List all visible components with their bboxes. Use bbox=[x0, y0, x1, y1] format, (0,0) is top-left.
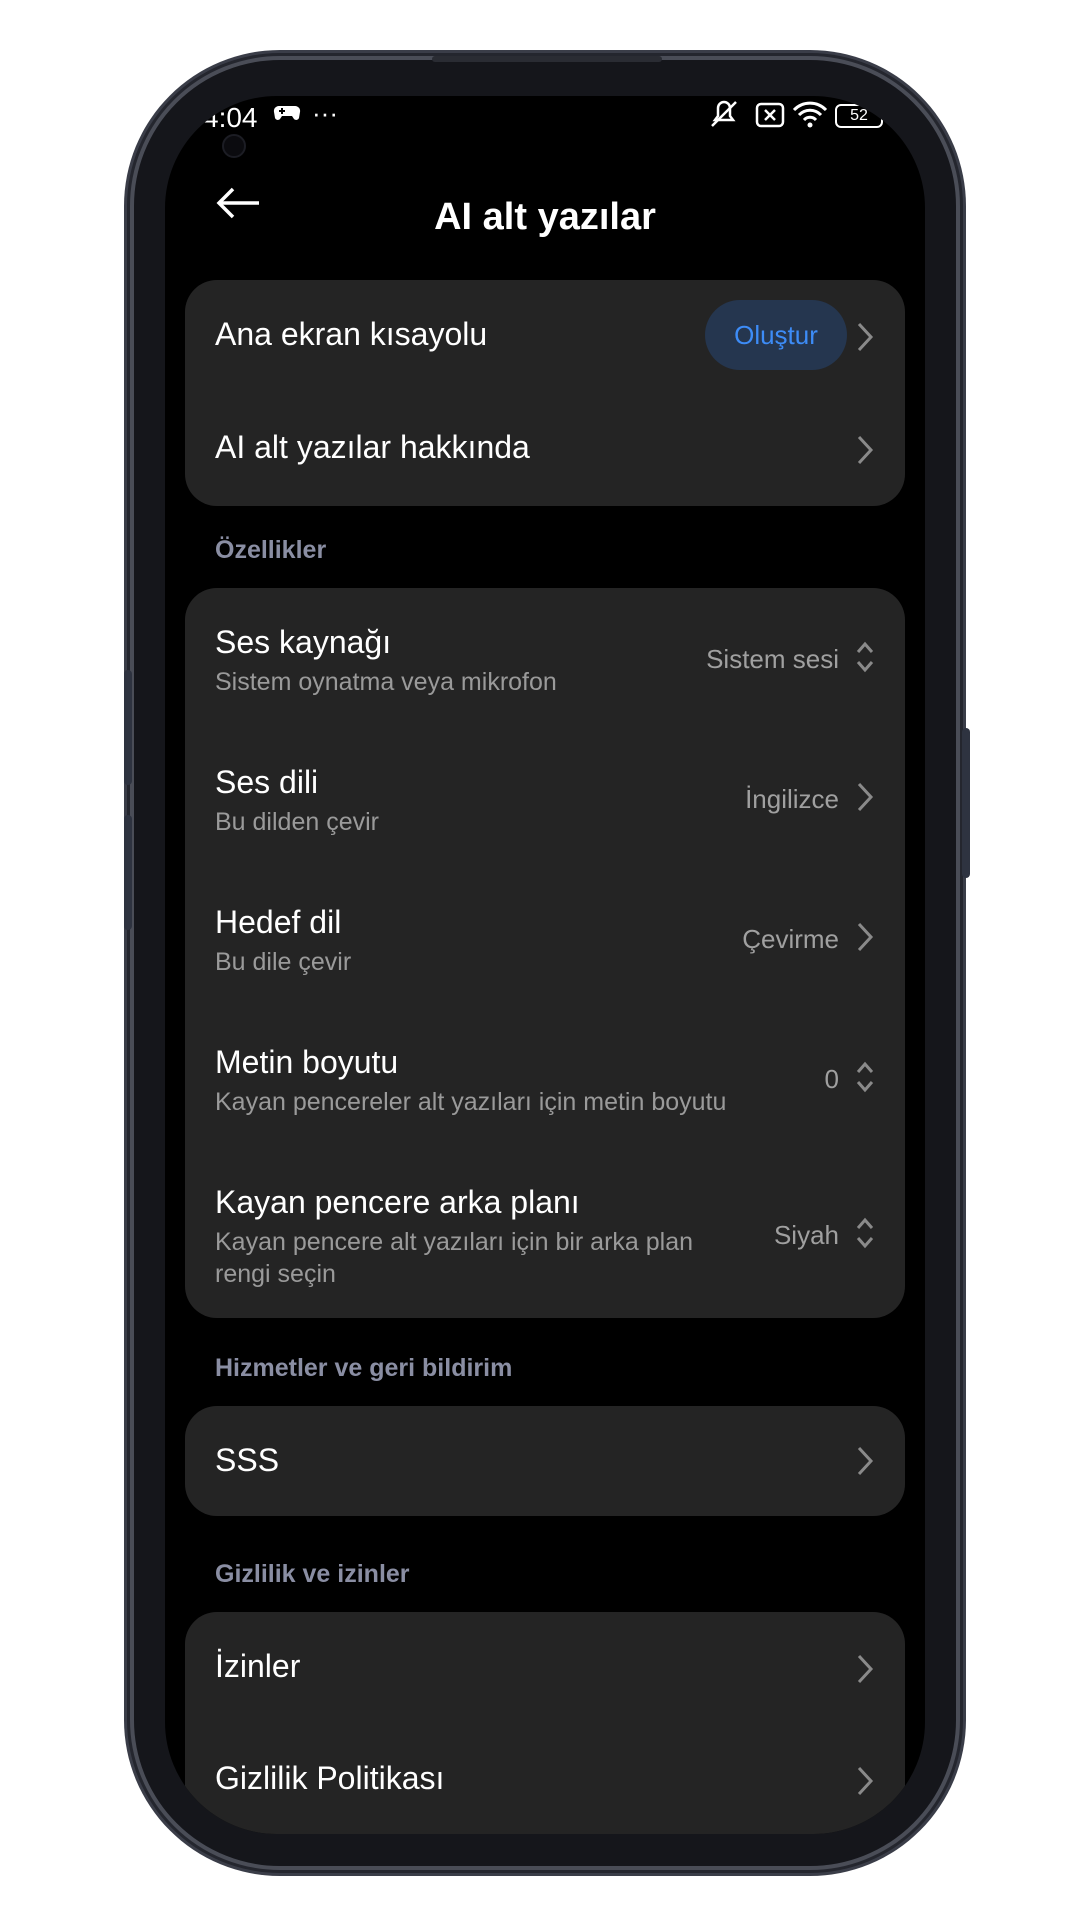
row-value: Çevirme bbox=[742, 924, 839, 954]
shortcut-card: Ana ekran kısayolu Oluştur AI alt yazıla… bbox=[185, 280, 905, 506]
row-value: Sistem sesi bbox=[706, 644, 839, 674]
floating-window-background-row[interactable]: Kayan pencere arka planı Kayan pencere a… bbox=[185, 1148, 905, 1318]
audio-language-row[interactable]: Ses dili Bu dilden çevir İngilizce bbox=[185, 728, 905, 868]
row-title: Hedef dil bbox=[215, 904, 342, 940]
mute-icon bbox=[708, 100, 740, 137]
create-shortcut-button[interactable]: Oluştur bbox=[705, 300, 847, 370]
target-language-row[interactable]: Hedef dil Bu dile çevir Çevirme bbox=[185, 868, 905, 1008]
row-title: Ana ekran kısayolu bbox=[215, 316, 488, 352]
page-title: AI alt yazılar bbox=[434, 196, 656, 238]
battery-icon: 52 bbox=[835, 104, 883, 128]
row-subtitle: Kayan pencereler alt yazıları için metin… bbox=[215, 1088, 727, 1116]
privacy-policy-row[interactable]: Gizlilik Politikası bbox=[185, 1724, 905, 1834]
up-down-icon bbox=[856, 1061, 874, 1093]
row-subtitle: Bu dilden çevir bbox=[215, 808, 379, 836]
gamepad-icon bbox=[273, 102, 301, 131]
no-sim-icon bbox=[755, 102, 785, 135]
row-title: Kayan pencere arka planı bbox=[215, 1184, 580, 1220]
up-down-icon bbox=[856, 641, 874, 673]
row-subtitle: Kayan pencere alt yazıları için bir arka… bbox=[215, 1228, 694, 1256]
faq-row[interactable]: SSS bbox=[185, 1406, 905, 1516]
status-time: 4:04 bbox=[203, 102, 258, 133]
chevron-right-icon bbox=[857, 1766, 874, 1796]
section-label-privacy: Gizlilik ve izinler bbox=[215, 1560, 410, 1588]
app-header: AI alt yazılar bbox=[165, 166, 925, 266]
features-card: Ses kaynağı Sistem oynatma veya mikrofon… bbox=[185, 588, 905, 1318]
up-down-icon bbox=[856, 1217, 874, 1249]
row-title: Ses dili bbox=[215, 764, 319, 800]
row-subtitle: Bu dile çevir bbox=[215, 948, 352, 976]
volume-down-button bbox=[124, 815, 132, 930]
volume-up-button bbox=[124, 670, 132, 785]
row-value: İngilizce bbox=[745, 784, 839, 814]
more-icon: ··· bbox=[312, 98, 338, 128]
chevron-right-icon bbox=[857, 435, 874, 465]
home-shortcut-row[interactable]: Ana ekran kısayolu Oluştur bbox=[185, 280, 905, 393]
about-row[interactable]: AI alt yazılar hakkında bbox=[185, 393, 905, 506]
front-camera bbox=[222, 134, 246, 158]
row-title: SSS bbox=[215, 1442, 280, 1478]
row-title: AI alt yazılar hakkında bbox=[215, 429, 530, 465]
power-button bbox=[962, 728, 970, 878]
row-title: Metin boyutu bbox=[215, 1044, 399, 1080]
wifi-icon bbox=[792, 100, 828, 137]
row-value: 0 bbox=[824, 1064, 839, 1094]
row-title: Ses kaynağı bbox=[215, 624, 392, 660]
row-subtitle: rengi seçin bbox=[215, 1260, 336, 1288]
screen: 4:04 ··· 52 AI alt yazılar Ana ekran kıs… bbox=[165, 96, 925, 1834]
chevron-right-icon bbox=[857, 922, 874, 952]
audio-source-row[interactable]: Ses kaynağı Sistem oynatma veya mikrofon… bbox=[185, 588, 905, 728]
section-label-services: Hizmetler ve geri bildirim bbox=[215, 1354, 513, 1382]
chevron-right-icon bbox=[857, 322, 874, 352]
text-size-row[interactable]: Metin boyutu Kayan pencereler alt yazıla… bbox=[185, 1008, 905, 1148]
status-bar: 4:04 ··· 52 bbox=[165, 96, 925, 176]
section-label-features: Özellikler bbox=[215, 536, 327, 564]
chevron-right-icon bbox=[857, 1446, 874, 1476]
row-title: İzinler bbox=[215, 1648, 301, 1684]
row-value: Siyah bbox=[773, 1220, 839, 1250]
chevron-right-icon bbox=[857, 1654, 874, 1684]
row-title: Gizlilik Politikası bbox=[215, 1760, 445, 1796]
services-card: SSS bbox=[185, 1406, 905, 1516]
privacy-card: İzinler Gizlilik Politikası bbox=[185, 1612, 905, 1834]
earpiece bbox=[432, 56, 662, 62]
row-subtitle: Sistem oynatma veya mikrofon bbox=[215, 668, 557, 696]
chevron-right-icon bbox=[857, 782, 874, 812]
permissions-row[interactable]: İzinler bbox=[185, 1612, 905, 1724]
